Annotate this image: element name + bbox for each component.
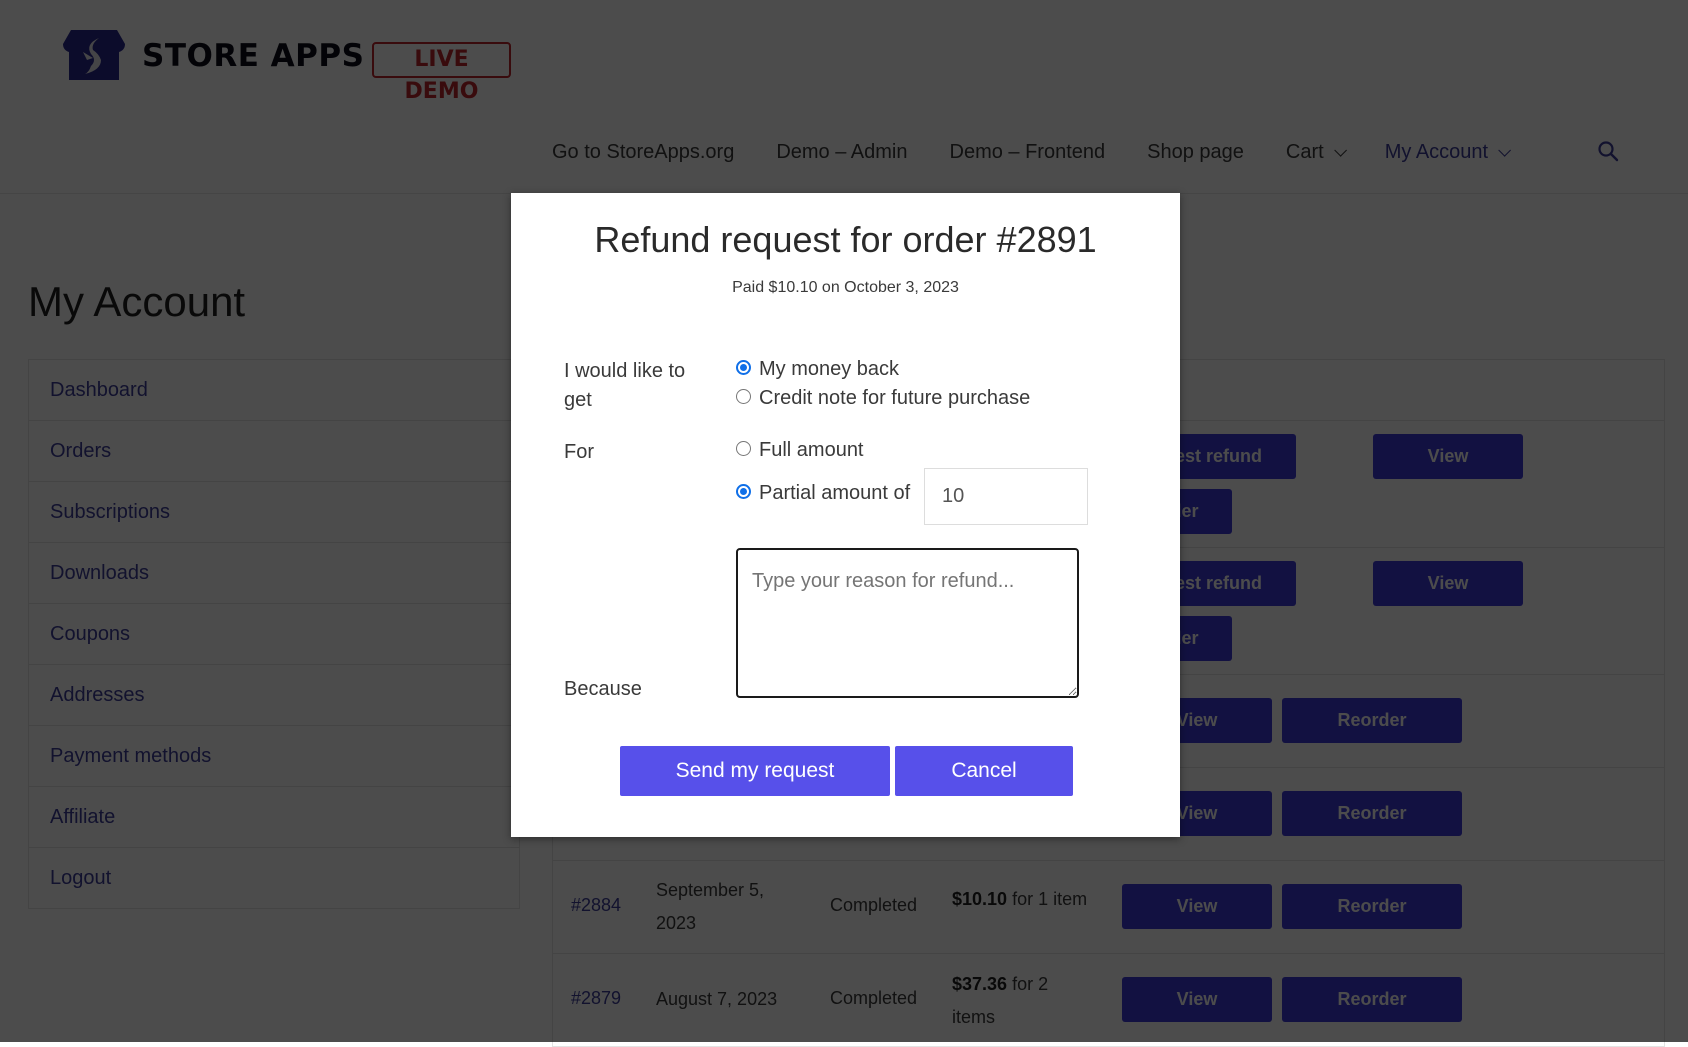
radio-button-checked[interactable] [736,360,751,375]
partial-amount-input[interactable] [924,468,1088,525]
refund-reason-textarea[interactable] [736,548,1079,698]
radio-money-back[interactable]: My money back [736,358,899,381]
refund-request-dialog: Refund request for order #2891 Paid $10.… [511,193,1180,837]
radio-credit-note[interactable]: Credit note for future purchase [736,387,1030,410]
dialog-title: Refund request for order #2891 [594,219,1097,260]
send-request-button[interactable]: Send my request [620,746,890,796]
radio-label: My money back [759,358,900,380]
radio-button[interactable] [736,441,751,456]
radio-label: Partial amount of [759,482,911,504]
for-label: For [564,441,594,463]
page: STORE APPS LIVE DEMO Go to StoreApps.org… [0,0,1688,1047]
radio-full-amount[interactable]: Full amount [736,439,864,462]
because-label: Because [564,678,642,700]
radio-partial-amount[interactable]: Partial amount of [736,482,910,505]
radio-label: Credit note for future purchase [759,387,1031,409]
radio-button[interactable] [736,389,751,404]
radio-button-checked[interactable] [736,484,751,499]
dialog-subtitle: Paid $10.10 on October 3, 2023 [732,279,959,296]
radio-label: Full amount [759,439,864,461]
cancel-button[interactable]: Cancel [895,746,1073,796]
get-label: I would like to get [564,360,686,411]
